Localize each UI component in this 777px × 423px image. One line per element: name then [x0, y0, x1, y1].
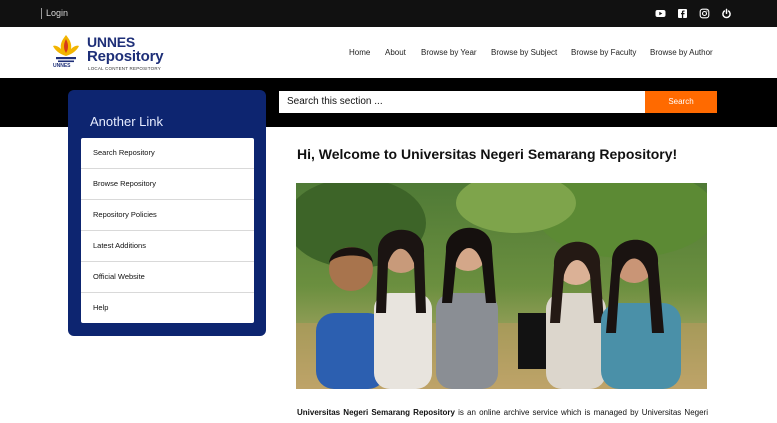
nav-home[interactable]: Home: [349, 48, 370, 58]
sidebar-item-search-repository[interactable]: Search Repository: [81, 138, 254, 169]
nav-about[interactable]: About: [385, 48, 406, 58]
nav-browse-by-year[interactable]: Browse by Year: [421, 48, 477, 58]
sidebar-title: Another Link: [90, 114, 163, 129]
search-input[interactable]: Search this section ...: [279, 91, 645, 113]
sidebar-item-browse-repository[interactable]: Browse Repository: [81, 169, 254, 200]
login-link[interactable]: Login: [41, 8, 68, 19]
emblem-label: UNNES: [53, 63, 71, 69]
facebook-icon[interactable]: [677, 8, 688, 19]
welcome-heading: Hi, Welcome to Universitas Negeri Semara…: [297, 146, 678, 162]
instagram-icon[interactable]: [699, 8, 710, 19]
site-header: UNNES UNNES Repository LOCAL CONTENT REP…: [0, 27, 777, 78]
sidebar-item-repository-policies[interactable]: Repository Policies: [81, 200, 254, 231]
sidebar-item-official-website[interactable]: Official Website: [81, 262, 254, 293]
description-text: is an online archive service which is ma…: [454, 408, 708, 417]
sidebar-item-help[interactable]: Help: [81, 293, 254, 323]
nav-browse-by-author[interactable]: Browse by Author: [650, 48, 713, 58]
sidebar-link-list: Search Repository Browse Repository Repo…: [81, 138, 254, 323]
description-bold: Universitas Negeri Semarang Repository: [297, 408, 455, 417]
sidebar-item-latest-additions[interactable]: Latest Additions: [81, 231, 254, 262]
nav-browse-by-faculty[interactable]: Browse by Faculty: [571, 48, 636, 58]
search-button[interactable]: Search: [645, 91, 717, 113]
students-photo: [296, 183, 707, 389]
logo-tagline: LOCAL CONTENT REPOSITORY: [88, 66, 161, 71]
logo-line2: Repository: [87, 48, 164, 65]
youtube-icon[interactable]: [655, 8, 666, 19]
power-icon[interactable]: [721, 8, 732, 19]
repository-description: Universitas Negeri Semarang Repository i…: [297, 408, 708, 418]
nav-browse-by-subject[interactable]: Browse by Subject: [491, 48, 557, 58]
